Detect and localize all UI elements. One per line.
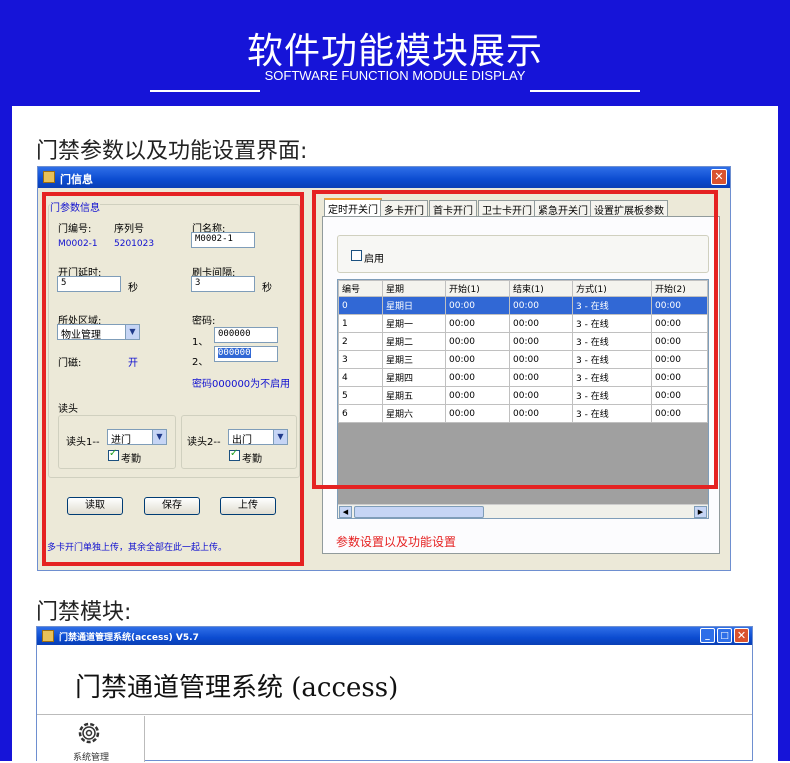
horizontal-scrollbar[interactable]: ◀ ▶ — [338, 504, 708, 518]
window-title: 门禁通道管理系统(access) V5.7 — [59, 633, 199, 643]
highlight-box-right — [312, 190, 718, 489]
window-titlebar: 门信息 ✕ — [38, 167, 730, 188]
window-titlebar: 门禁通道管理系统(access) V5.7 _ □ ✕ — [37, 627, 752, 645]
sidebar-item-system[interactable]: 系统管理 — [73, 750, 109, 763]
access-sidebar: 系统管理 — [37, 716, 145, 763]
scroll-left-icon[interactable]: ◀ — [339, 506, 352, 518]
section-title-module: 门禁模块: — [36, 600, 132, 625]
scroll-right-icon[interactable]: ▶ — [694, 506, 707, 518]
access-window: 门禁通道管理系统(access) V5.7 _ □ ✕ 门禁通道管理系统 (ac… — [36, 626, 753, 763]
access-heading: 门禁通道管理系统 (access) — [75, 673, 399, 703]
divider — [150, 90, 260, 92]
maximize-button[interactable]: □ — [717, 628, 732, 643]
gear-icon[interactable] — [75, 719, 105, 749]
app-icon — [43, 171, 55, 183]
scroll-thumb[interactable] — [354, 506, 484, 518]
page-title: 软件功能模块展示 — [246, 31, 543, 72]
highlight-box-left — [42, 192, 304, 566]
window-title: 门信息 — [60, 173, 93, 186]
settings-caption: 参数设置以及功能设置 — [336, 535, 457, 549]
page-subtitle: SOFTWARE FUNCTION MODULE DISPLAY — [264, 68, 526, 83]
access-header: 门禁通道管理系统 (access) — [37, 645, 752, 715]
minimize-button[interactable]: _ — [700, 628, 715, 643]
divider — [530, 90, 640, 92]
section-title-settings: 门禁参数以及功能设置界面: — [36, 139, 308, 164]
app-icon — [42, 630, 54, 642]
close-button[interactable]: ✕ — [734, 628, 749, 643]
close-button[interactable]: ✕ — [711, 169, 727, 185]
